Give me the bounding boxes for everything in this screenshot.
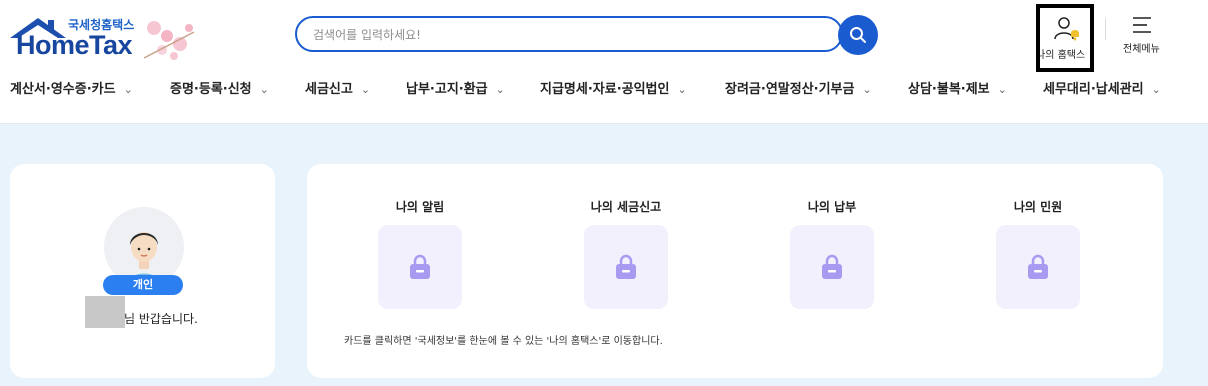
info-note: 카드를 클릭하면 '국세정보'를 한눈에 볼 수 있는 '나의 홈택스'로 이동…: [344, 336, 663, 347]
hometax-logo[interactable]: 국세청홈택스 HomeTax: [10, 12, 200, 64]
nav-item-label: 지급명세·자료·공익법인: [540, 82, 670, 97]
nav-item-payment[interactable]: 납부·고지·환급 ⌄: [406, 78, 505, 97]
chevron-down-icon: ⌄: [495, 83, 505, 96]
nav-item-tax-filing[interactable]: 세금신고 ⌄: [305, 78, 370, 97]
nav-item-label: 계산서·영수증·카드: [10, 82, 116, 97]
tile-my-notifications[interactable]: 나의 알림: [360, 198, 480, 309]
nav-item-incentive[interactable]: 장려금·연말정산·기부금 ⌄: [725, 78, 872, 97]
search-box: [295, 16, 843, 52]
search-icon: [850, 27, 866, 43]
chevron-down-icon: ⌄: [123, 83, 133, 96]
logo-title: HomeTax: [16, 30, 133, 60]
nav-item-label: 장려금·연말정산·기부금: [725, 82, 855, 97]
chevron-down-icon: ⌄: [997, 83, 1007, 96]
nav-item-label: 상담·불복·제보: [908, 82, 990, 97]
tile-box[interactable]: [378, 225, 462, 309]
user-bell-icon: [1054, 17, 1079, 41]
nav-item-label: 세금신고: [305, 82, 353, 97]
header-divider: [1105, 18, 1106, 40]
nav-item-label: 납부·고지·환급: [406, 82, 488, 97]
nav-item-label: 세무대리·납세관리: [1043, 82, 1144, 97]
lock-icon: [410, 254, 430, 279]
nav-item-agent[interactable]: 세무대리·납세관리 ⌄: [1043, 78, 1161, 97]
chevron-down-icon: ⌄: [259, 83, 269, 96]
lock-icon: [822, 254, 842, 279]
tile-title: 나의 세금신고: [590, 200, 662, 214]
tile-my-civil-petition[interactable]: 나의 민원: [978, 198, 1098, 309]
tile-title: 나의 납부: [807, 200, 857, 214]
user-type-badge: 개인: [103, 275, 183, 295]
greeting-text: 님 반갑습니다.: [124, 312, 198, 326]
profile-card: 개인 님 반갑습니다.: [10, 164, 275, 378]
my-hometax-button[interactable]: 나의 홈택스: [1036, 4, 1094, 72]
search-button[interactable]: [838, 15, 878, 55]
chevron-down-icon: ⌄: [677, 83, 687, 96]
chevron-down-icon: ⌄: [360, 83, 371, 96]
nav-item-invoice[interactable]: 계산서·영수증·카드 ⌄: [10, 78, 133, 97]
all-menu-button[interactable]: 전체메뉴: [1118, 14, 1168, 62]
main-nav: 계산서·영수증·카드 ⌄ 증명·등록·신청 ⌄ 세금신고 ⌄ 납부·고지·환급 ⌄ 지급…: [0, 78, 1208, 106]
all-menu-label: 전체메뉴: [1123, 44, 1160, 55]
nav-item-certificate[interactable]: 증명·등록·신청 ⌄: [170, 78, 269, 97]
search-input[interactable]: [311, 24, 815, 46]
my-hometax-label: 나의 홈택스: [1036, 50, 1086, 61]
nav-item-consultation[interactable]: 상담·불복·제보 ⌄: [908, 78, 1007, 97]
tile-box[interactable]: [790, 225, 874, 309]
main-content: 개인 님 반갑습니다. 나의 알림 나의 세금신고 나의 납부 나의 민원 카드…: [0, 124, 1208, 386]
cherry-blossom-icon: [143, 21, 195, 60]
tile-box[interactable]: [996, 225, 1080, 309]
summary-card: 나의 알림 나의 세금신고 나의 납부 나의 민원 카드를 클릭하면 '국세정보…: [307, 164, 1163, 378]
tile-my-tax-filing[interactable]: 나의 세금신고: [566, 198, 686, 309]
lock-icon: [1028, 254, 1048, 279]
lock-icon: [616, 254, 636, 279]
tile-my-payment[interactable]: 나의 납부: [772, 198, 892, 309]
hamburger-icon: [1133, 17, 1151, 33]
chevron-down-icon: ⌄: [1151, 83, 1161, 96]
tile-title: 나의 민원: [1013, 200, 1063, 214]
nav-item-label: 증명·등록·신청: [170, 82, 252, 97]
nav-item-statement[interactable]: 지급명세·자료·공익법인 ⌄: [540, 78, 687, 97]
header: 국세청홈택스 HomeTax 나의 홈택스: [0, 0, 1208, 124]
tile-box[interactable]: [584, 225, 668, 309]
chevron-down-icon: ⌄: [862, 83, 872, 96]
tile-title: 나의 알림: [395, 200, 445, 214]
masked-username: [85, 296, 125, 328]
